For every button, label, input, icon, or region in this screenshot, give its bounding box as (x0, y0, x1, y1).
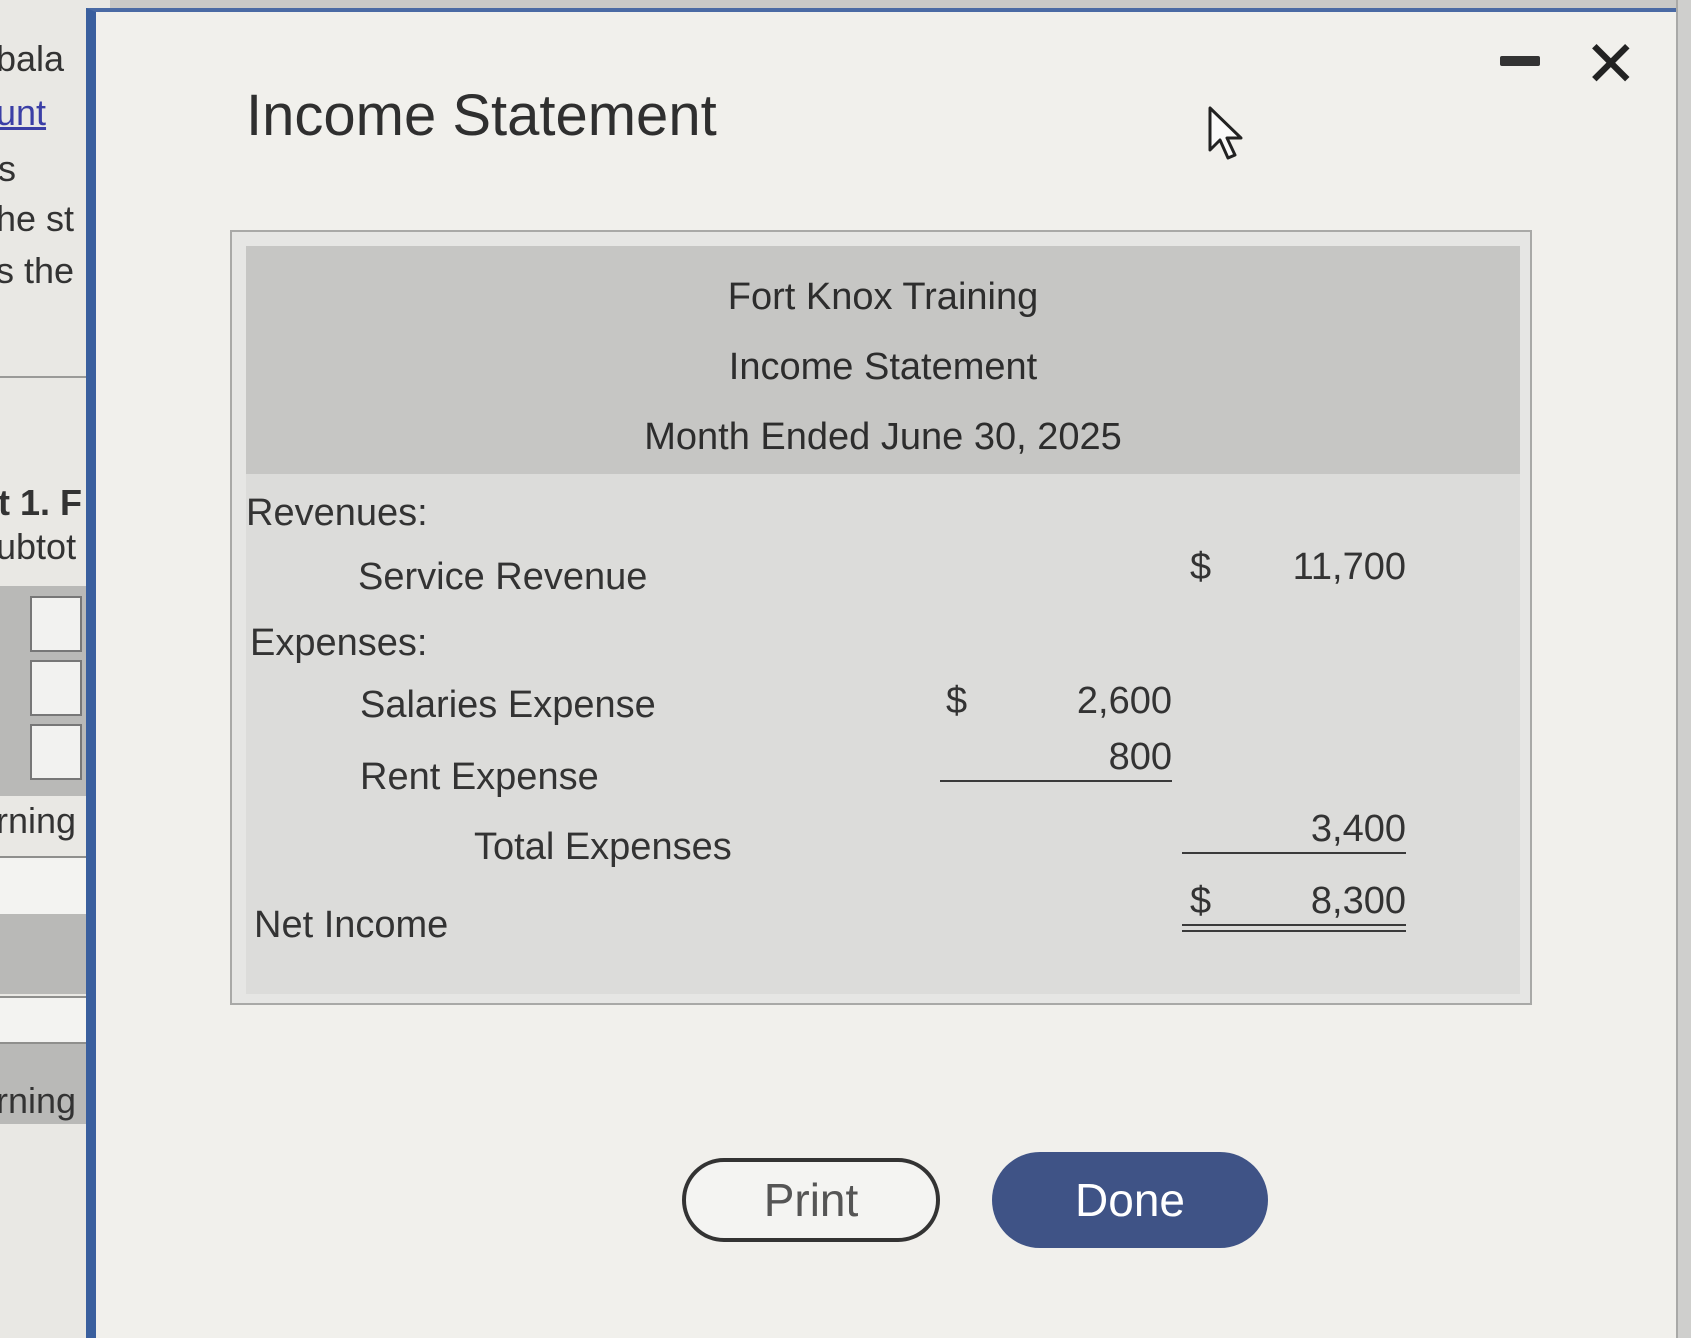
expense-amount: 800 (1108, 736, 1172, 778)
modal-title: Income Statement (246, 83, 717, 148)
double-underline-bottom (1182, 930, 1406, 932)
total-expenses-amount: 3,400 (1310, 808, 1406, 850)
bg-text-fragment: s the (0, 250, 75, 291)
revenue-currency: $ (1190, 546, 1212, 588)
statement-title: Income Statement (728, 346, 1038, 388)
revenues-heading: Revenues: (246, 492, 428, 534)
total-underline (1182, 852, 1406, 854)
bg-text-fragment: rning (0, 1080, 77, 1121)
mouse-cursor-icon (1208, 106, 1243, 160)
total-expenses-label: Total Expenses (474, 826, 732, 868)
bg-input-box[interactable] (30, 596, 82, 652)
net-income-amount: 8,300 (1310, 880, 1406, 922)
double-underline-top (1182, 924, 1406, 926)
statement-body: Revenues: Service Revenue $ 11,700 Expen… (246, 474, 1520, 994)
bg-input-box[interactable] (30, 724, 82, 780)
statement-period: Month Ended June 30, 2025 (644, 416, 1122, 458)
bg-text-fragment: t 1. F (0, 482, 83, 523)
expenses-heading: Expenses: (250, 622, 428, 664)
company-name: Fort Knox Training (727, 276, 1039, 318)
expense-label: Rent Expense (360, 756, 599, 798)
expense-currency: $ (946, 680, 968, 722)
close-icon[interactable]: ✕ (1584, 32, 1638, 96)
expense-amount: 2,600 (1076, 680, 1172, 722)
bg-input-box[interactable] (30, 660, 82, 716)
done-button[interactable]: Done (992, 1152, 1268, 1248)
bg-text-fragment: he st (0, 198, 75, 239)
expense-label: Salaries Expense (360, 684, 656, 726)
minimize-icon[interactable] (1500, 56, 1540, 66)
net-income-label: Net Income (254, 904, 449, 946)
bg-text-fragment: s (0, 148, 16, 189)
bg-link-fragment[interactable]: unt (0, 92, 46, 134)
print-button[interactable]: Print (682, 1158, 940, 1242)
income-statement-modal: Income Statement ✕ Fort Knox Training In… (86, 8, 1676, 1338)
background-right-edge (1676, 0, 1691, 1338)
income-statement-table: Fort Knox Training Income Statement Mont… (230, 230, 1532, 1005)
revenue-label: Service Revenue (358, 556, 648, 598)
revenue-amount: 11,700 (1292, 546, 1406, 588)
statement-header: Fort Knox Training Income Statement Mont… (246, 246, 1520, 474)
bg-text-fragment: ubtot (0, 526, 77, 567)
bg-text-fragment: bala (0, 38, 65, 79)
subtotal-underline (940, 780, 1172, 782)
net-income-currency: $ (1190, 880, 1212, 922)
bg-text-fragment: rning (0, 800, 77, 841)
